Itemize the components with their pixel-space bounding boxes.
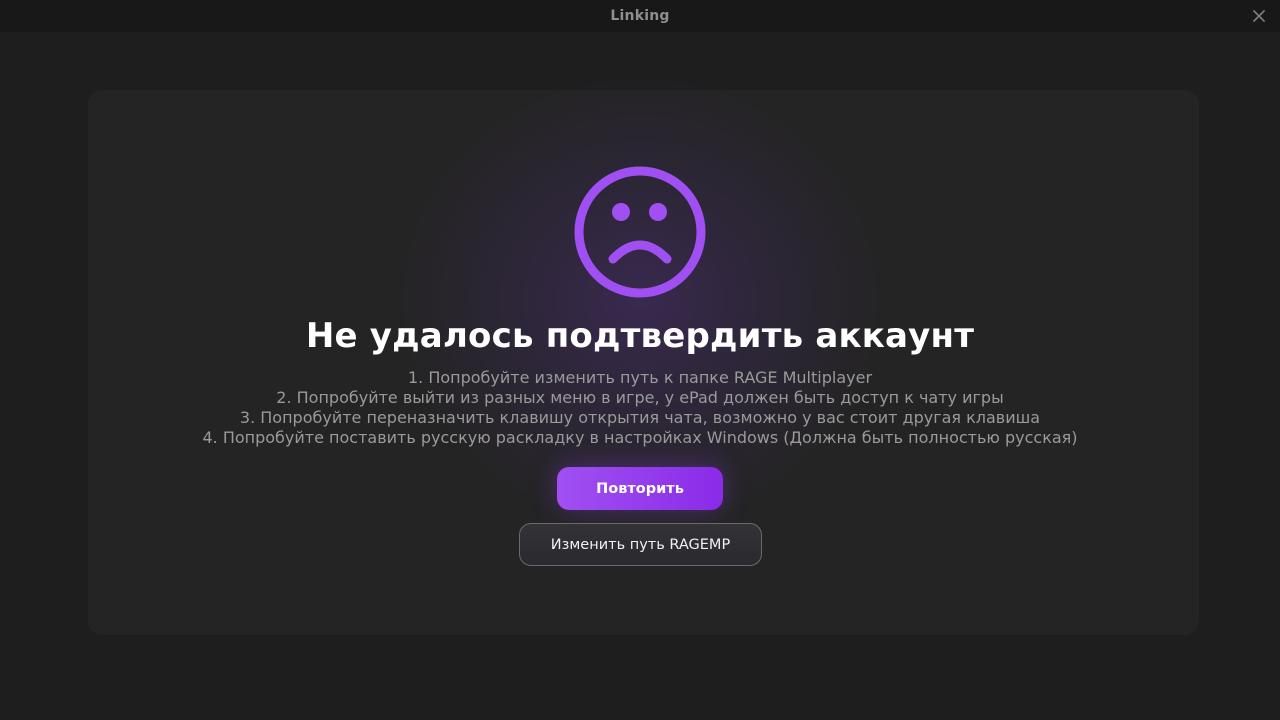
title-bar: Linking	[0, 0, 1280, 32]
step-4: 4. Попробуйте поставить русскую раскладк…	[202, 428, 1078, 447]
change-path-button[interactable]: Изменить путь RAGEMP	[519, 523, 762, 566]
window-title: Linking	[610, 8, 670, 24]
step-3: 3. Попробуйте переназначить клавишу откр…	[239, 408, 1041, 427]
step-2: 2. Попробуйте выйти из разных меню в игр…	[276, 388, 1004, 407]
sad-face-icon	[572, 164, 708, 300]
error-heading: Не удалось подтвердить аккаунт	[305, 316, 975, 356]
troubleshooting-steps: 1. Попробуйте изменить путь к папке RAGE…	[0, 368, 1280, 448]
retry-button[interactable]: Повторить	[557, 467, 723, 510]
step-1: 1. Попробуйте изменить путь к папке RAGE…	[407, 368, 873, 387]
close-icon[interactable]	[1251, 8, 1267, 24]
